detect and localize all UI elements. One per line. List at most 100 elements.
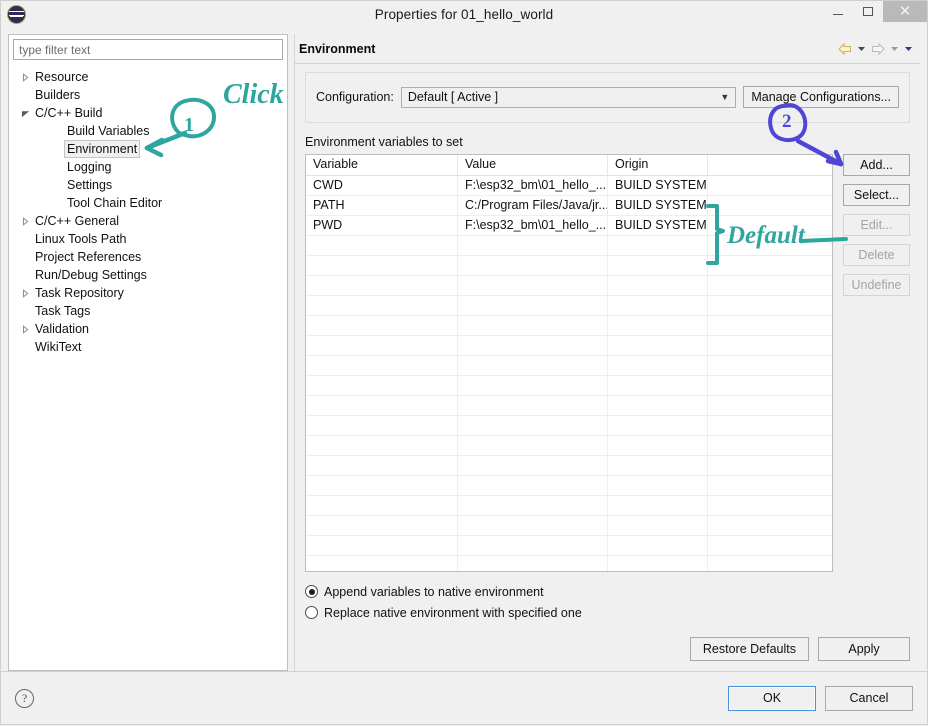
table-cell-origin: BUILD SYSTEM [608, 196, 708, 215]
table-empty-cell [458, 476, 608, 495]
table-empty-cell [458, 416, 608, 435]
sidebar-item-label: Tool Chain Editor [64, 195, 165, 211]
page-nav-tools [837, 42, 914, 56]
configuration-select[interactable]: Default [ Active ] ▼ [401, 87, 737, 108]
table-empty-cell [458, 316, 608, 335]
table-empty-cell [708, 496, 832, 515]
table-empty-cell [306, 316, 458, 335]
table-row[interactable]: CWDF:\esp32_bm\01_hello_...BUILD SYSTEM [306, 176, 832, 196]
table-empty-cell [458, 516, 608, 535]
forward-arrow-icon[interactable] [870, 42, 886, 56]
back-menu-chevron-down-icon[interactable] [856, 43, 867, 54]
chevron-right-icon[interactable] [19, 217, 32, 226]
sidebar-item-validation[interactable]: Validation [9, 320, 287, 338]
table-empty-row [306, 396, 832, 416]
radio-button-icon[interactable] [305, 606, 318, 619]
table-empty-row [306, 256, 832, 276]
chevron-down-icon[interactable] [19, 109, 32, 118]
table-empty-row [306, 336, 832, 356]
table-empty-cell [306, 436, 458, 455]
table-empty-cell [608, 456, 708, 475]
properties-dialog-window: Properties for 01_hello_world ✕ Resource… [0, 0, 928, 725]
sidebar-item-run-debug-settings[interactable]: Run/Debug Settings [9, 266, 287, 284]
sidebar-item-logging[interactable]: Logging [9, 158, 287, 176]
table-cell-value: F:\esp32_bm\01_hello_... [458, 216, 608, 235]
chevron-right-icon[interactable] [19, 289, 32, 298]
table-empty-cell [708, 336, 832, 355]
sidebar-item-build-variables[interactable]: Build Variables [9, 122, 287, 140]
table-empty-cell [608, 336, 708, 355]
sidebar-item-project-references[interactable]: Project References [9, 248, 287, 266]
sidebar-item-linux-tools-path[interactable]: Linux Tools Path [9, 230, 287, 248]
radio-replace-environment[interactable]: Replace native environment with specifie… [305, 602, 910, 623]
maximize-icon [863, 7, 873, 16]
ok-button[interactable]: OK [728, 686, 816, 711]
table-action-buttons: Add...Select...Edit...DeleteUndefine [843, 154, 910, 572]
table-empty-row [306, 556, 832, 572]
content-row: ResourceBuildersC/C++ BuildBuild Variabl… [1, 27, 927, 671]
sidebar-item-label: Project References [32, 249, 144, 265]
sidebar-item-tool-chain-editor[interactable]: Tool Chain Editor [9, 194, 287, 212]
table-empty-cell [608, 536, 708, 555]
sidebar-item-settings[interactable]: Settings [9, 176, 287, 194]
title-bar: Properties for 01_hello_world ✕ [1, 1, 927, 27]
table-column-header[interactable] [708, 155, 832, 175]
table-empty-cell [458, 396, 608, 415]
table-empty-cell [306, 556, 458, 572]
select-button[interactable]: Select... [843, 184, 910, 206]
configuration-group: Configuration: Default [ Active ] ▼ Mana… [305, 72, 910, 123]
filter-input[interactable] [13, 39, 283, 60]
table-empty-cell [608, 396, 708, 415]
settings-tree: ResourceBuildersC/C++ BuildBuild Variabl… [9, 62, 287, 670]
back-arrow-icon[interactable] [837, 42, 853, 56]
page-content: Configuration: Default [ Active ] ▼ Mana… [295, 64, 920, 671]
view-menu-chevron-down-icon[interactable] [903, 43, 914, 54]
sidebar-item-resource[interactable]: Resource [9, 68, 287, 86]
table-empty-cell [306, 356, 458, 375]
add-button[interactable]: Add... [843, 154, 910, 176]
environment-variables-table[interactable]: VariableValueOriginCWDF:\esp32_bm\01_hel… [305, 154, 833, 572]
table-empty-cell [458, 456, 608, 475]
undefine-button: Undefine [843, 274, 910, 296]
chevron-right-icon[interactable] [19, 325, 32, 334]
radio-append-variables[interactable]: Append variables to native environment [305, 581, 910, 602]
table-row[interactable]: PATHC:/Program Files/Java/jr...BUILD SYS… [306, 196, 832, 216]
sidebar-item-builders[interactable]: Builders [9, 86, 287, 104]
sidebar-item-wikitext[interactable]: WikiText [9, 338, 287, 356]
sidebar-item-label: Builders [32, 87, 83, 103]
table-empty-cell [306, 336, 458, 355]
sidebar-item-label: Build Variables [64, 123, 152, 139]
table-empty-cell [306, 256, 458, 275]
sidebar-item-task-tags[interactable]: Task Tags [9, 302, 287, 320]
table-empty-cell [708, 456, 832, 475]
cancel-button[interactable]: Cancel [825, 686, 913, 711]
table-empty-row [306, 516, 832, 536]
sidebar-item-environment[interactable]: Environment [9, 140, 287, 158]
window-title: Properties for 01_hello_world [1, 7, 927, 22]
chevron-right-icon[interactable] [19, 73, 32, 82]
table-empty-cell [458, 236, 608, 255]
apply-button[interactable]: Apply [818, 637, 910, 661]
eclipse-icon [8, 6, 25, 23]
table-empty-row [306, 356, 832, 376]
question-mark-icon[interactable]: ? [15, 689, 34, 708]
table-empty-row [306, 296, 832, 316]
radio-button-icon[interactable] [305, 585, 318, 598]
table-column-header[interactable]: Value [458, 155, 608, 175]
sidebar-item-c-c-general[interactable]: C/C++ General [9, 212, 287, 230]
sidebar-item-c-c-build[interactable]: C/C++ Build [9, 104, 287, 122]
minimize-button[interactable] [823, 1, 853, 22]
close-button[interactable]: ✕ [883, 1, 927, 22]
table-row[interactable]: PWDF:\esp32_bm\01_hello_...BUILD SYSTEM [306, 216, 832, 236]
table-empty-cell [608, 496, 708, 515]
sidebar-item-task-repository[interactable]: Task Repository [9, 284, 287, 302]
maximize-button[interactable] [853, 1, 883, 22]
manage-configurations-button[interactable]: Manage Configurations... [743, 86, 899, 108]
table-column-header[interactable]: Origin [608, 155, 708, 175]
table-cell-value: F:\esp32_bm\01_hello_... [458, 176, 608, 195]
restore-defaults-button[interactable]: Restore Defaults [690, 637, 809, 661]
table-column-header[interactable]: Variable [306, 155, 458, 175]
environment-mode-radio-group: Append variables to native environmentRe… [305, 581, 910, 623]
dialog-footer-buttons: OK Cancel [728, 686, 913, 711]
forward-menu-chevron-down-icon[interactable] [889, 43, 900, 54]
